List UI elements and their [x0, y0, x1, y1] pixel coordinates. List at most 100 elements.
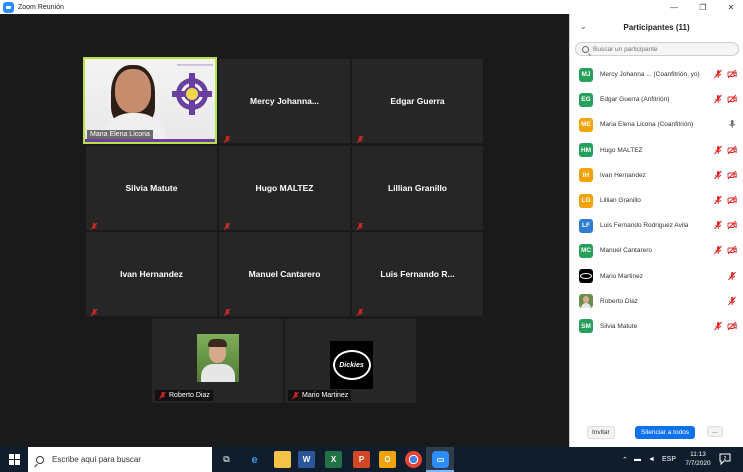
zoom-logo-icon [3, 1, 14, 13]
windows-logo-icon [8, 454, 20, 465]
dickies-logo: Dickies [332, 350, 371, 380]
participant-tile[interactable]: Luis Fernando R... [352, 232, 483, 317]
tray-arrow-icon[interactable]: ⌃ [622, 447, 628, 472]
participant-avatar: LG [579, 193, 593, 208]
participant-name: Mario Martinez [600, 272, 643, 280]
svg-text:2: 2 [724, 456, 727, 462]
participant-name: Luis Fernando Rodriguez Avila [600, 222, 689, 230]
participant-tile[interactable]: Mercy Johanna... [219, 59, 350, 144]
tile-name-label: Roberto Diaz [155, 390, 213, 401]
mic-muted-icon[interactable] [713, 170, 723, 180]
participant-video [197, 334, 239, 382]
participant-row[interactable]: MJ Mercy Johanna ... (Coanfitrión, yo) [570, 62, 743, 87]
mic-icon[interactable] [727, 119, 737, 129]
participant-controls [727, 271, 737, 281]
participant-tile[interactable]: Ivan Hernandez [86, 232, 217, 317]
word-icon[interactable]: W [298, 451, 315, 468]
emblem-icon [172, 73, 212, 115]
participant-tile[interactable]: Lillian Granillo [352, 146, 483, 231]
participant-row[interactable]: Roberto Diaz [570, 289, 743, 314]
video-off-icon[interactable] [727, 94, 737, 104]
outlook-icon[interactable]: O [379, 451, 396, 468]
participant-row[interactable]: HM Hugo MALTEZ [570, 138, 743, 163]
more-button[interactable]: ... [707, 426, 723, 437]
minimize-button[interactable]: — [664, 0, 684, 14]
start-button[interactable] [0, 447, 28, 472]
language-indicator[interactable]: ESP [662, 447, 676, 472]
network-icon[interactable]: ▬ [634, 447, 641, 472]
participant-video-tile[interactable]: Roberto Diaz [152, 319, 283, 403]
participant-row[interactable]: SM Silvia Matute [570, 314, 743, 339]
participant-tile[interactable]: Manuel Cantarero [219, 232, 350, 317]
participant-video-tile[interactable]: Dickies Mario Martinez [285, 319, 416, 403]
mic-muted-icon[interactable] [713, 321, 723, 331]
mic-muted-icon[interactable] [713, 94, 723, 104]
tile-name: Silvia Matute [125, 183, 178, 193]
invite-button[interactable]: Invitar [587, 426, 615, 439]
participant-name: Lillian Granillo [600, 197, 641, 205]
zoom-icon[interactable]: ▭ [432, 451, 449, 468]
task-view-icon[interactable]: ⧉ [218, 451, 235, 468]
participant-name: Mercy Johanna ... (Coanfitrión, yo) [600, 71, 700, 79]
participant-row[interactable]: MC Manuel Cantarero [570, 238, 743, 263]
mic-muted-icon[interactable] [713, 220, 723, 230]
window-title: Zoom Reunión [18, 3, 64, 11]
participant-row[interactable]: EG Edgar Guerra (Anfitrión) [570, 87, 743, 112]
chrome-icon[interactable] [405, 451, 422, 468]
mic-muted-icon [222, 131, 232, 144]
file-explorer-icon[interactable] [274, 451, 291, 468]
mic-muted-icon[interactable] [713, 195, 723, 205]
participant-row[interactable]: IH Ivan Hernandez [570, 163, 743, 188]
mic-muted-icon[interactable] [713, 245, 723, 255]
chevron-down-icon[interactable]: ⌄ [580, 22, 587, 31]
tile-name: Luis Fernando R... [380, 269, 455, 279]
participant-video: Dickies [330, 341, 373, 389]
taskbar-clock[interactable]: 11:13 7/7/2020 [683, 450, 713, 468]
participant-avatar: ME [579, 117, 593, 132]
video-off-icon[interactable] [727, 245, 737, 255]
video-off-icon[interactable] [727, 145, 737, 155]
mic-muted-icon [355, 304, 365, 317]
volume-icon[interactable]: ◄ [648, 447, 655, 472]
mic-muted-icon[interactable] [713, 145, 723, 155]
mic-muted-icon[interactable] [727, 271, 737, 281]
active-speaker-tile[interactable]: ━━━━━━━━━━━━━━━━━━━━ Maria Elena Licona [83, 57, 217, 144]
powerpoint-icon[interactable]: P [353, 451, 370, 468]
participant-name: Silvia Matute [600, 322, 638, 330]
video-off-icon[interactable] [727, 69, 737, 79]
tile-name: Manuel Cantarero [248, 269, 321, 279]
participant-controls [713, 220, 737, 230]
excel-icon[interactable]: X [325, 451, 342, 468]
participant-row[interactable]: ME Maria Elena Licona (Coanfitrión) [570, 112, 743, 137]
mic-muted-icon[interactable] [727, 296, 737, 306]
participant-row[interactable]: Mario Martinez [570, 264, 743, 289]
participant-avatar [579, 269, 593, 284]
mic-muted-icon[interactable] [713, 69, 723, 79]
participant-controls [713, 145, 737, 155]
taskbar-search[interactable]: Escribe aquí para buscar [28, 447, 212, 472]
notification-icon[interactable]: 2 [718, 452, 732, 466]
participant-name: Edgar Guerra (Anfitrión) [600, 96, 670, 104]
restore-button[interactable]: ❐ [693, 0, 713, 14]
participant-avatar: IH [579, 168, 593, 183]
participant-row[interactable]: LF Luis Fernando Rodriguez Avila [570, 213, 743, 238]
participant-tile[interactable]: Hugo MALTEZ [219, 146, 350, 231]
participant-tile[interactable]: Edgar Guerra [352, 59, 483, 144]
video-off-icon[interactable] [727, 195, 737, 205]
video-off-icon[interactable] [727, 170, 737, 180]
search-input[interactable] [593, 45, 733, 53]
search-icon [36, 455, 44, 464]
participant-avatar: MC [579, 243, 593, 258]
participant-row[interactable]: LG Lillian Granillo [570, 188, 743, 213]
participant-search[interactable] [575, 42, 739, 56]
video-off-icon[interactable] [727, 321, 737, 331]
video-off-icon[interactable] [727, 220, 737, 230]
mute-all-button[interactable]: Silenciar a todos [635, 426, 696, 439]
mic-muted-icon [355, 131, 365, 144]
participant-tile[interactable]: Silvia Matute [86, 146, 217, 231]
participant-avatar: LF [579, 218, 593, 233]
close-button[interactable]: ✕ [721, 0, 741, 14]
participant-controls [713, 245, 737, 255]
mic-muted-icon [355, 218, 365, 231]
edge-icon[interactable]: e [246, 451, 263, 468]
